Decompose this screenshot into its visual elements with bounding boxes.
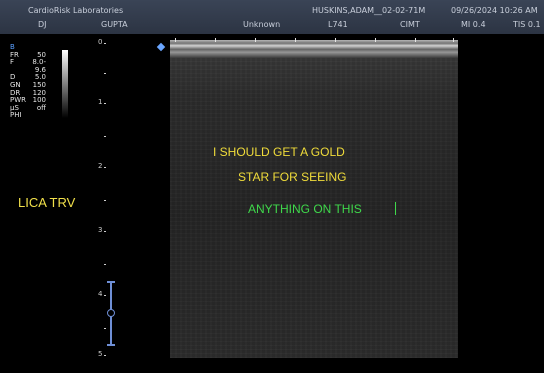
ultrasound-image [170, 40, 458, 358]
focus-top-cap [107, 281, 115, 283]
exam-type: CIMT [400, 20, 420, 29]
orientation-marker-icon [156, 42, 166, 52]
scan-side-label: LICA TRV [18, 195, 76, 210]
field-unknown: Unknown [243, 20, 281, 29]
facility-name: CardioRisk Laboratories [28, 6, 124, 15]
grayscale-bar [62, 50, 68, 118]
imaging-parameters: B FR 50 F 8.0-9.6 D 5.0 GN 150 DR 120 PWR 100 … [10, 43, 46, 120]
thermal-index: TIS 0.1 [513, 20, 541, 29]
depth-label: 3 [98, 226, 103, 234]
depth-ruler: 0 1 2 3 4 5 [98, 38, 138, 363]
probe-name: L741 [328, 20, 348, 29]
text-cursor [395, 202, 396, 215]
param-value: 8.0-9.6 [32, 58, 46, 74]
depth-label: 4 [98, 290, 103, 298]
annotation-line-3[interactable]: ANYTHING ON THIS [248, 202, 362, 216]
focus-handle[interactable] [107, 309, 115, 317]
annotation-line-2: STAR FOR SEEING [238, 170, 347, 184]
param-value [28, 112, 46, 120]
patient-id: HUSKINS,ADAM__02-02-71M [312, 6, 426, 15]
param-key: PHI [10, 111, 22, 120]
param-value: off [36, 103, 46, 112]
mechanical-index: MI 0.4 [461, 20, 486, 29]
depth-label: 5 [98, 350, 103, 358]
depth-label: 0 [98, 38, 103, 46]
lateral-ticks [175, 38, 455, 44]
param-row: F 8.0-9.6 [10, 58, 46, 74]
depth-label: 1 [98, 98, 103, 106]
param-key: F [10, 58, 15, 67]
exam-datetime: 09/26/2024 10:26 AM [451, 6, 538, 15]
focus-bottom-cap [107, 344, 115, 346]
annotation-line-1: I SHOULD GET A GOLD [213, 145, 345, 159]
operator-initials: DJ [38, 20, 47, 29]
depth-label: 2 [98, 162, 103, 170]
physician-name: GUPTA [101, 20, 128, 29]
param-row: PHI [10, 112, 46, 120]
